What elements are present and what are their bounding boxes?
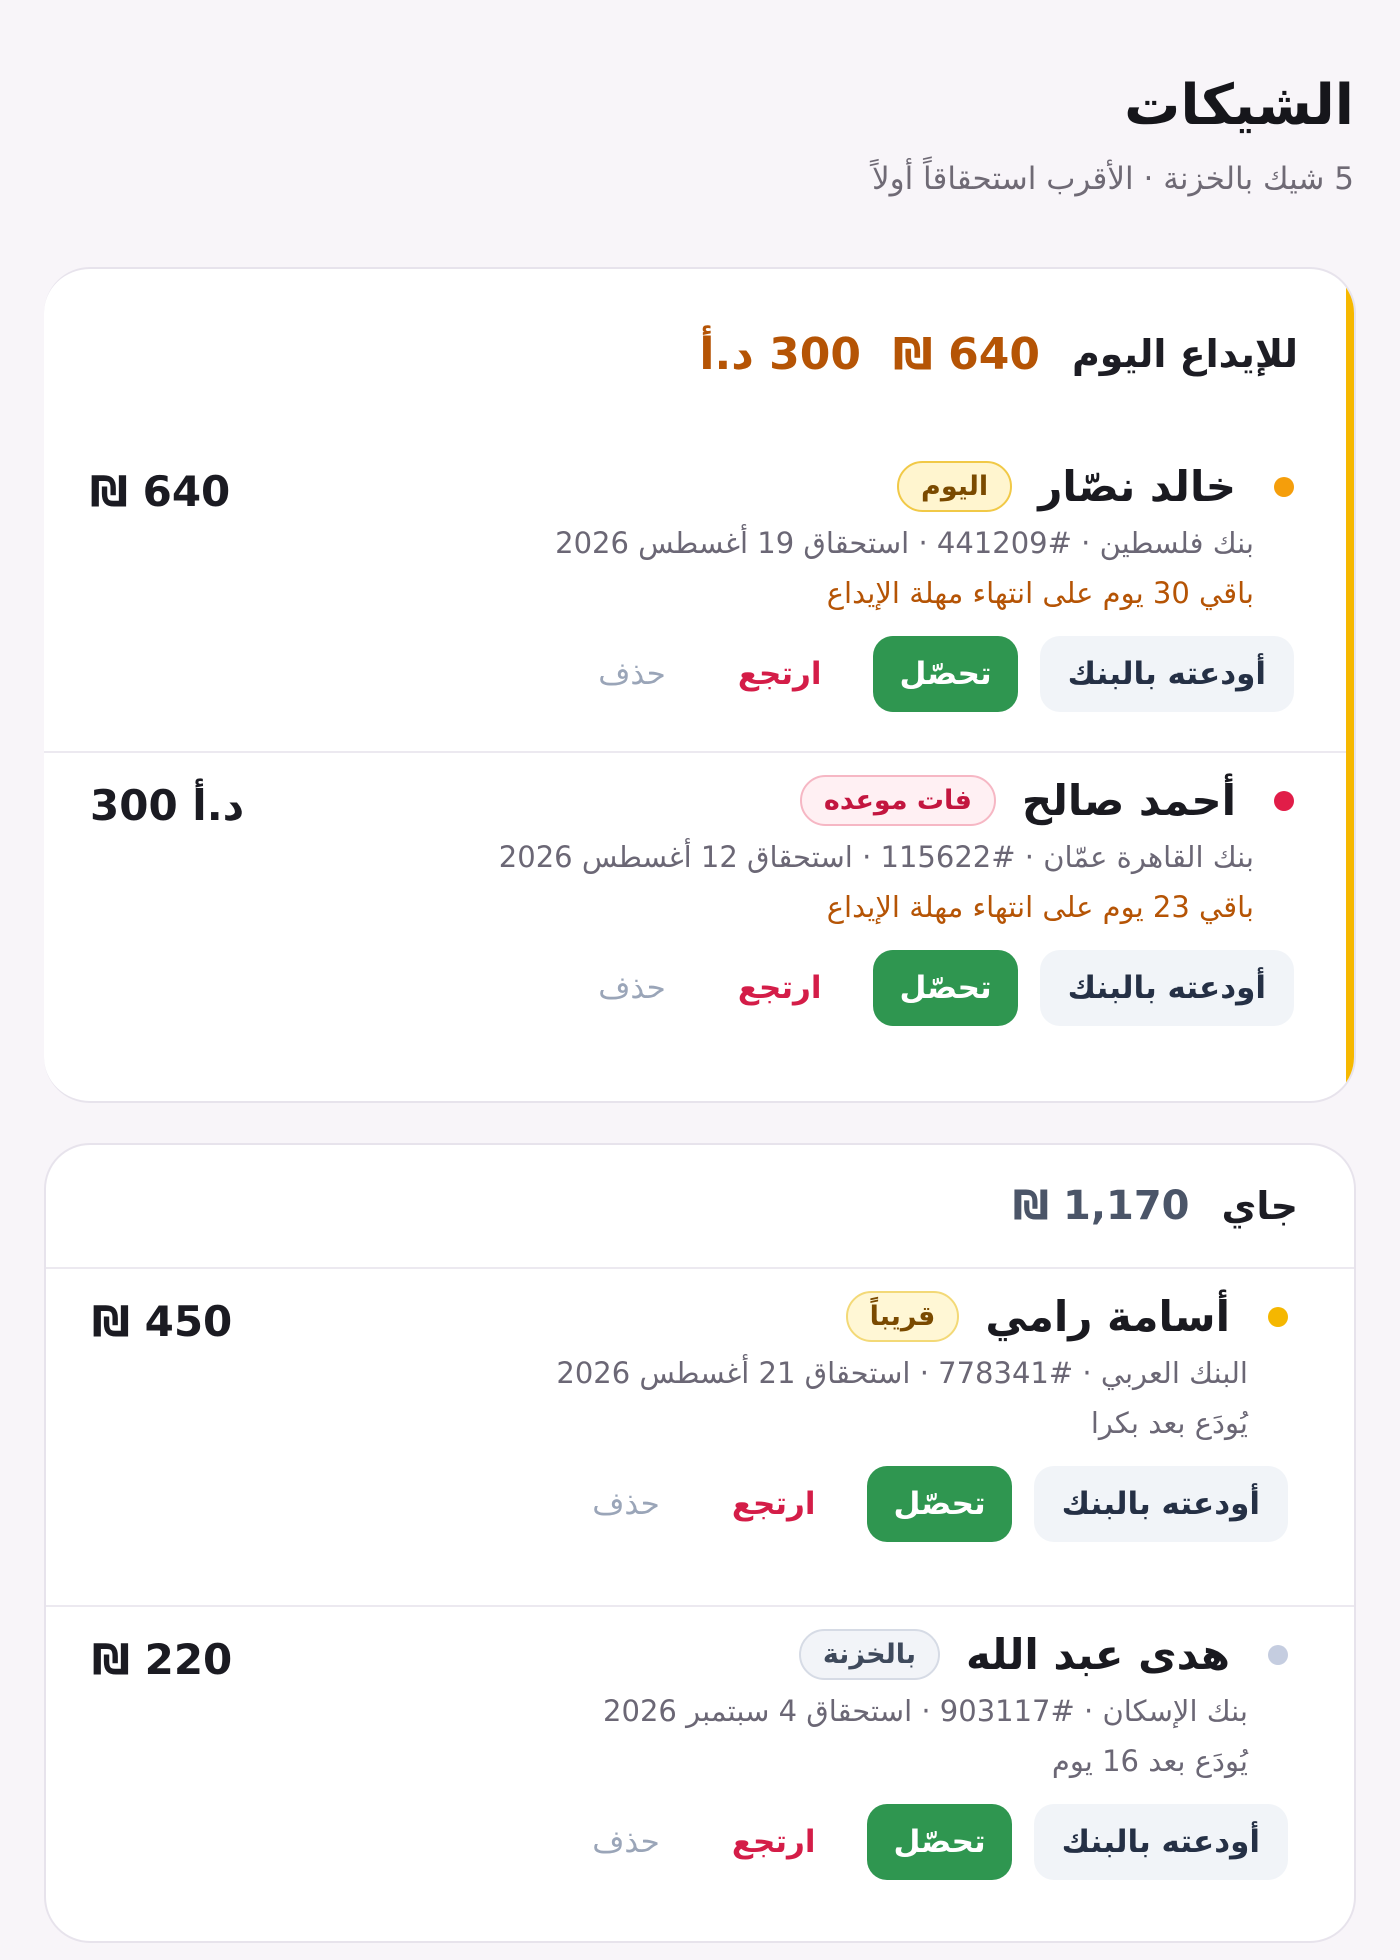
deposit-button[interactable]: أودعته بالبنك (1039, 636, 1294, 713)
page-title: الشيكات (1124, 73, 1354, 138)
check-payer-name: أسامة رامي (985, 1292, 1230, 1342)
check-amount: ₪ 220 (92, 1635, 233, 1685)
deposit-today-header: للإيداع اليوم 640 ₪ 300 د.أ (44, 269, 1354, 439)
bounce-button[interactable]: ارتجع (708, 636, 852, 712)
deposit-today-total-ils: 640 ₪ (892, 328, 1040, 380)
checks-page: الشيكات 5 شيك بالخزنة · الأقرب استحقاقاً… (0, 0, 1400, 1960)
bounce-button[interactable]: ارتجع (708, 950, 852, 1026)
bounce-button[interactable]: ارتجع (702, 1804, 846, 1880)
deposit-button[interactable]: أودعته بالبنك (1039, 950, 1294, 1027)
delete-button[interactable]: حذف (578, 950, 686, 1026)
deposit-today-total-jod: 300 د.أ (699, 328, 861, 380)
deposit-button[interactable]: أودعته بالبنك (1033, 1804, 1288, 1881)
status-dot (1268, 1644, 1288, 1665)
check-payer-name: هدى عبد الله (966, 1630, 1230, 1680)
collect-button[interactable]: تحصّل (867, 1804, 1012, 1881)
status-dot (1274, 790, 1294, 811)
check-row: أسامة رامي قريباً ₪ 450 البنك العربي · #… (46, 1269, 1354, 1605)
deposit-timing-note: يُودَع بعد بكرا (1090, 1406, 1248, 1441)
deposit-today-label: للإيداع اليوم (1071, 332, 1298, 377)
deposit-button[interactable]: أودعته بالبنك (1033, 1466, 1288, 1543)
bounce-button[interactable]: ارتجع (702, 1466, 846, 1542)
upcoming-card: جاي 1,170 ₪ أسامة رامي قريباً ₪ 450 البن… (44, 1143, 1356, 1944)
check-meta: بنك القاهرة عمّان · #115622 · استحقاق 12… (498, 840, 1254, 875)
check-amount: ₪ 640 (90, 467, 231, 517)
check-actions: أودعته بالبنك تحصّل ارتجع حذف (102, 1466, 1288, 1568)
check-meta: بنك فلسطين · #441209 · استحقاق 19 أغسطس … (555, 526, 1254, 561)
upcoming-total: 1,170 ₪ (1012, 1183, 1190, 1230)
check-actions: أودعته بالبنك تحصّل ارتجع حذف (100, 950, 1294, 1052)
deposit-timing-note: يُودَع بعد 16 يوم (1051, 1744, 1248, 1779)
upcoming-header: جاي 1,170 ₪ (46, 1145, 1354, 1270)
deposit-today-card: للإيداع اليوم 640 ₪ 300 د.أ خالد نصّار ا… (44, 267, 1356, 1104)
page-subtitle: 5 شيك بالخزنة · الأقرب استحقاقاً أولاً (871, 161, 1354, 198)
delete-button[interactable]: حذف (572, 1466, 680, 1542)
deposit-deadline-note: باقي 23 يوم على انتهاء مهلة الإيداع (826, 890, 1254, 925)
check-meta: بنك الإسكان · #903117 · استحقاق 4 سبتمبر… (603, 1694, 1248, 1729)
status-badge: فات موعده (799, 775, 996, 827)
check-amount: د.أ 300 (90, 781, 245, 831)
delete-button[interactable]: حذف (578, 636, 686, 712)
status-dot (1274, 476, 1294, 497)
check-payer-name: خالد نصّار (1038, 462, 1236, 512)
status-badge: قريباً (845, 1291, 960, 1343)
check-actions: أودعته بالبنك تحصّل ارتجع حذف (102, 1804, 1288, 1906)
collect-button[interactable]: تحصّل (873, 636, 1018, 713)
check-meta: البنك العربي · #778341 · استحقاق 21 أغسط… (556, 1356, 1248, 1391)
check-row: هدى عبد الله بالخزنة ₪ 220 بنك الإسكان ·… (46, 1605, 1354, 1941)
status-dot (1268, 1306, 1288, 1327)
status-badge: بالخزنة (798, 1629, 940, 1681)
check-payer-name: أحمد صالح (1021, 776, 1236, 826)
collect-button[interactable]: تحصّل (873, 950, 1018, 1027)
check-actions: أودعته بالبنك تحصّل ارتجع حذف (100, 636, 1294, 738)
status-badge: اليوم (897, 461, 1013, 513)
check-row: أحمد صالح فات موعده د.أ 300 بنك القاهرة … (44, 751, 1354, 1091)
check-amount: ₪ 450 (92, 1297, 233, 1347)
page-header: الشيكات 5 شيك بالخزنة · الأقرب استحقاقاً… (44, 0, 1356, 197)
collect-button[interactable]: تحصّل (867, 1466, 1012, 1543)
check-row: خالد نصّار اليوم ₪ 640 بنك فلسطين · #441… (44, 439, 1354, 751)
deposit-deadline-note: باقي 30 يوم على انتهاء مهلة الإيداع (826, 576, 1254, 611)
delete-button[interactable]: حذف (572, 1804, 680, 1880)
upcoming-label: جاي (1221, 1184, 1298, 1229)
